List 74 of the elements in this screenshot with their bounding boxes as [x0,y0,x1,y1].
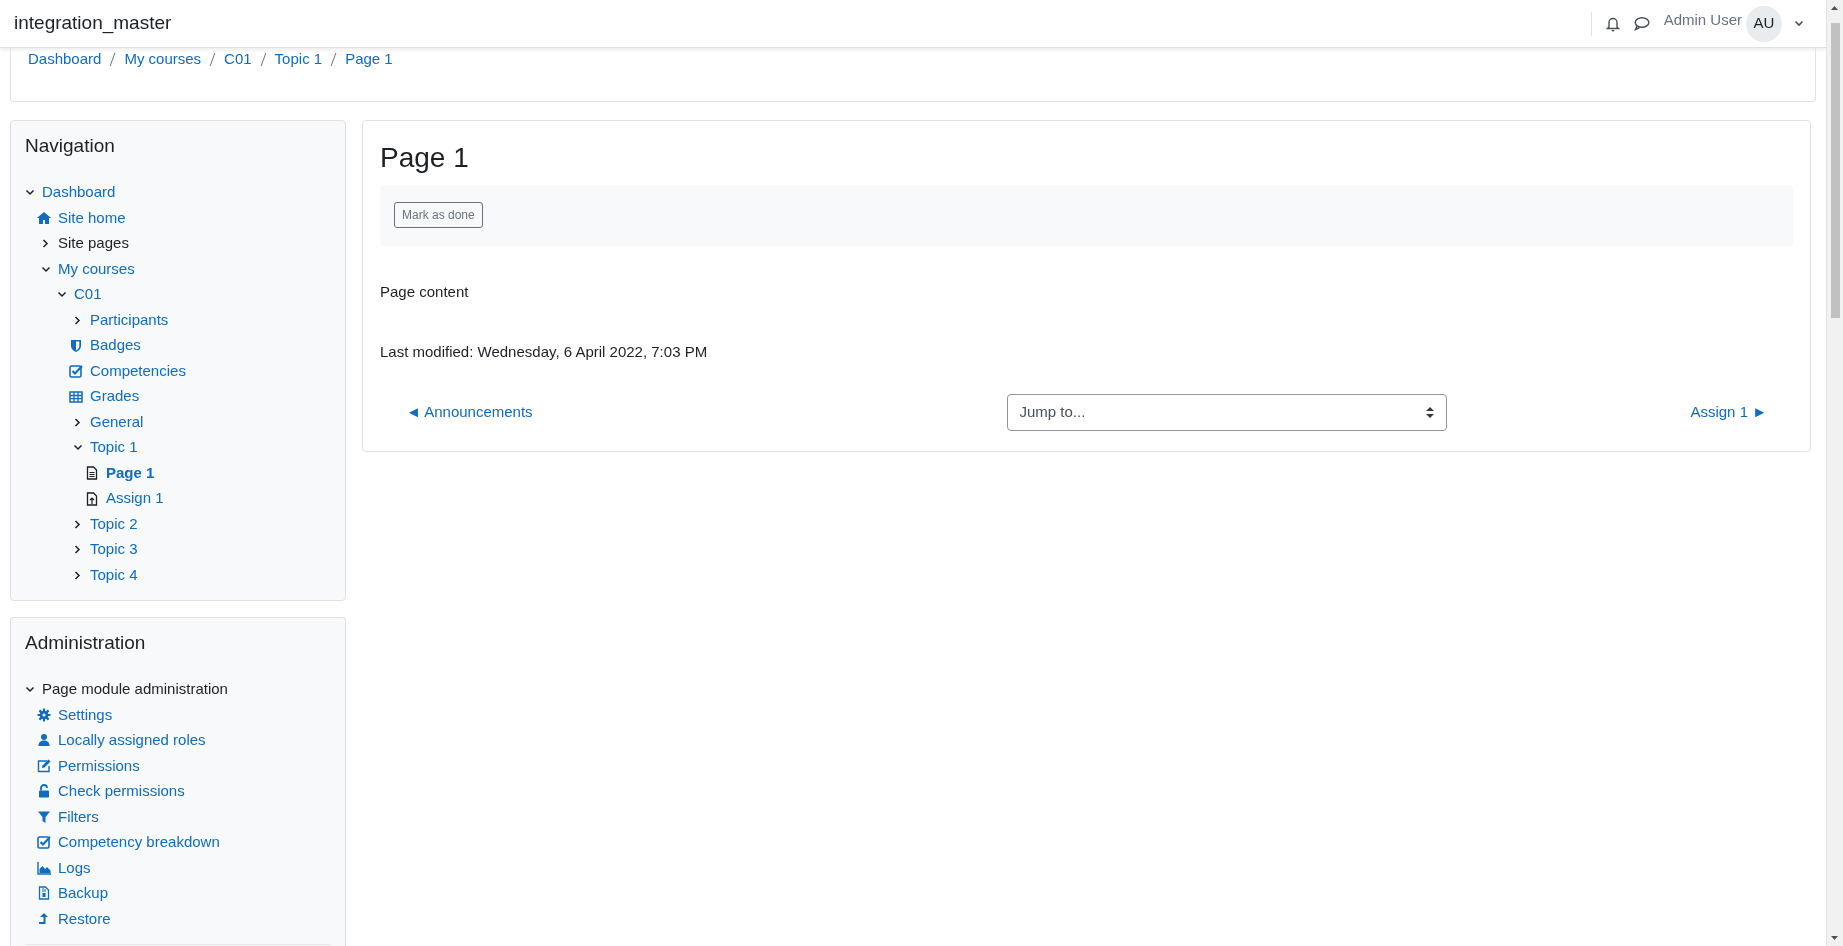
checkbox-icon [69,364,83,379]
tree-item-link[interactable]: Participants [90,308,169,332]
user-avatar[interactable]: AU [1746,5,1782,42]
tree-item-link[interactable]: Topic 1 [90,436,138,459]
chevron-icon[interactable] [73,315,83,325]
previous-activity-link[interactable]: ◄ Announcements [406,400,533,424]
tree-item-link[interactable]: Topic 2 [90,512,138,536]
mark-as-done-button[interactable]: Mark as done [394,202,483,229]
breadcrumb-link[interactable]: C01 [224,48,252,71]
table-icon [69,389,83,404]
page-title: Page 1 [380,141,470,175]
block-title: Navigation [25,135,116,158]
caret-icon[interactable] [1794,20,1804,27]
scrollbar-thumb[interactable] [1830,23,1840,318]
tree-item-link[interactable]: Backup [58,882,109,905]
tree-item-link[interactable]: Settings [58,703,113,727]
chevron-icon[interactable] [41,264,51,274]
select-arrows-icon [1425,406,1434,418]
shield-icon [69,338,83,353]
unlocked-padlock-icon [37,784,51,799]
jump-to-select[interactable]: Jump to... [1006,393,1447,431]
upload-arrow-icon [37,911,51,926]
chevron-icon[interactable] [25,684,35,694]
notification-bell-icon[interactable] [1605,15,1620,32]
tree-item-link[interactable]: C01 [74,283,102,306]
tree-item-link[interactable]: Topic 3 [90,538,138,561]
user-icon [37,733,51,748]
block-title: Administration [25,631,147,655]
user-name[interactable]: Admin User [1663,9,1742,32]
breadcrumb-link[interactable]: Topic 1 [274,48,323,71]
checkbox-icon [37,835,51,850]
chevron-icon[interactable] [41,239,51,249]
tree-item-link[interactable]: Filters [58,805,99,829]
tree-item-link[interactable]: Competencies [90,359,186,383]
breadcrumb-link[interactable]: Dashboard [28,48,102,71]
last-modified-text: Last modified: Wednesday, 6 April 2022, 7:03 PM [380,342,709,363]
tree-item-link[interactable]: Page module administration [42,678,228,701]
tree-item-link[interactable]: Grades [90,385,140,408]
tree-item-link[interactable]: Locally assigned roles [58,729,206,752]
chat-bubble-icon[interactable] [1633,16,1650,31]
chevron-icon[interactable] [73,417,83,427]
next-activity-link[interactable]: Assign 1 ► [1690,400,1767,424]
document-icon [85,491,99,506]
filter-icon [37,809,51,824]
chevron-icon[interactable] [73,443,83,453]
tree-item-link[interactable]: My courses [58,257,135,281]
tree-item-link[interactable]: Permissions [58,754,140,778]
tree-item-link[interactable]: Topic 4 [90,563,138,587]
tree-item-link[interactable]: Site pages [58,232,129,255]
chevron-icon[interactable] [73,545,83,555]
breadcrumb-link[interactable]: My courses [124,48,202,71]
site-name[interactable]: integration_master [14,9,172,38]
tree-item-link[interactable]: Assign 1 [106,487,164,510]
page-content-text: Page content [380,281,470,302]
settings-icon [37,707,51,722]
file-icon [37,886,51,901]
home-icon [37,211,51,226]
tree-item-link[interactable]: Badges [90,334,141,357]
document-icon [85,466,99,481]
chevron-icon[interactable] [25,188,35,198]
tree-item-link[interactable]: Dashboard [42,181,116,204]
tree-item-link[interactable]: Competency breakdown [58,831,220,854]
tree-item-link[interactable]: Page 1 [106,461,155,485]
tree-item-link[interactable]: Restore [58,907,111,931]
area-chart-icon [37,860,51,875]
tree-item-link[interactable]: General [90,410,144,434]
chevron-icon[interactable] [57,290,67,300]
chevron-icon[interactable] [73,570,83,580]
chevron-icon[interactable] [73,519,83,529]
tree-item-link[interactable]: Check permissions [58,780,185,803]
tree-item-link[interactable]: Logs [58,856,91,880]
tree-item-link[interactable]: Site home [58,206,126,230]
breadcrumb-link[interactable]: Page 1 [345,48,393,71]
edit-icon [37,758,51,773]
